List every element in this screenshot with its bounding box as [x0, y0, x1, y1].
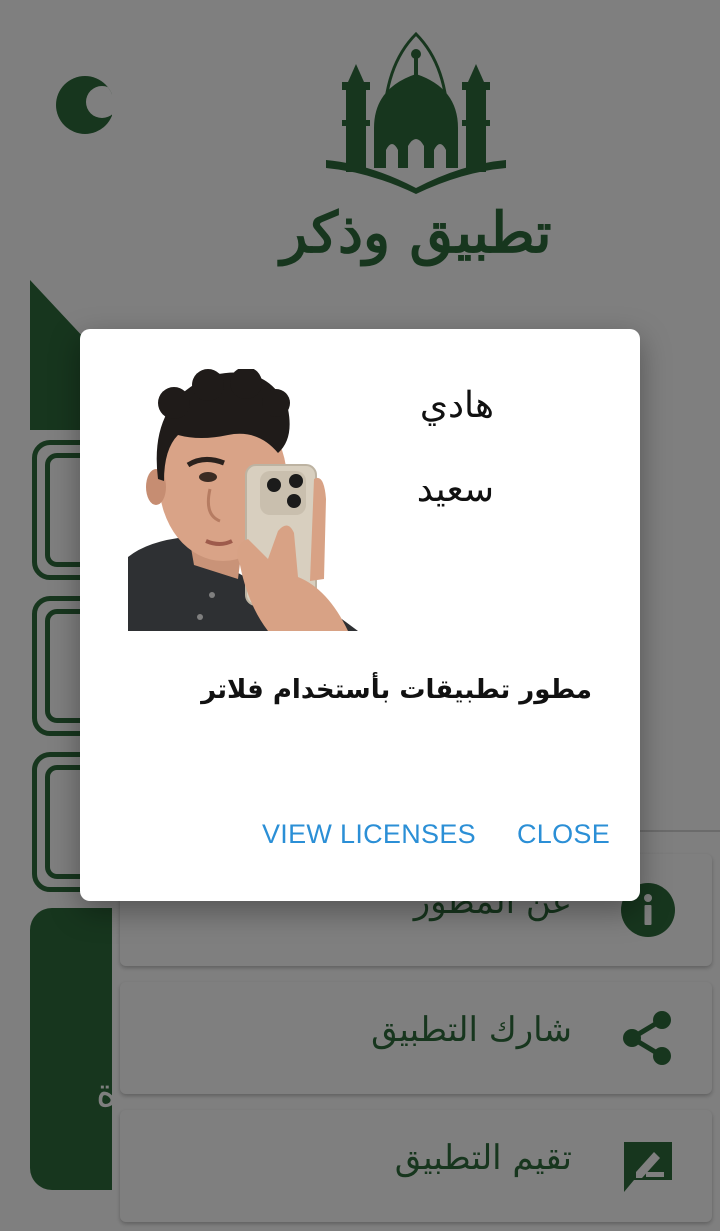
- about-dialog: هادي سعيد مطور تطبيقات بأستخدام فلاتر VI…: [80, 329, 640, 901]
- developer-photo: [128, 369, 358, 631]
- view-licenses-button[interactable]: VIEW LICENSES: [262, 819, 476, 850]
- close-button[interactable]: CLOSE: [517, 819, 610, 850]
- screen: ة: [0, 0, 720, 1231]
- developer-first-name: هادي: [419, 385, 494, 426]
- developer-last-name: سعيد: [416, 469, 494, 510]
- developer-role: مطور تطبيقات بأستخدام فلاتر: [201, 675, 592, 705]
